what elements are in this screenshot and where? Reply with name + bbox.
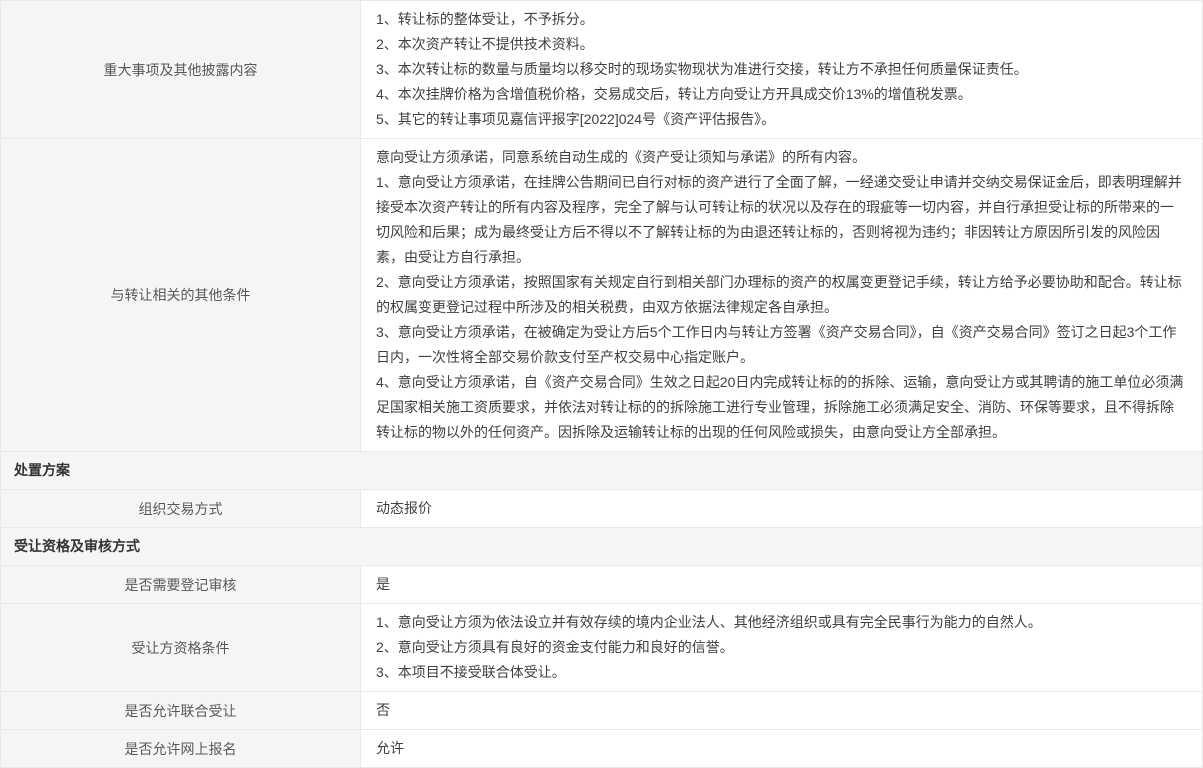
content-line: 2、意向受让方须具有良好的资金支付能力和良好的信誉。 bbox=[376, 635, 1187, 660]
row-content-transaction-method: 动态报价 bbox=[361, 490, 1203, 528]
table-row: 重大事项及其他披露内容 1、转让标的整体受让，不予拆分。 2、本次资产转让不提供… bbox=[1, 1, 1203, 139]
row-content-registration-review-required: 是 bbox=[361, 566, 1203, 604]
content-line: 2、本次资产转让不提供技术资料。 bbox=[376, 32, 1187, 57]
content-line: 3、意向受让方须承诺，在被确定为受让方后5个工作日内与转让方签署《资产交易合同》… bbox=[376, 320, 1187, 370]
row-content-joint-transfer-allowed: 否 bbox=[361, 692, 1203, 730]
content-line: 1、转让标的整体受让，不予拆分。 bbox=[376, 7, 1187, 32]
row-content-other-transfer-conditions: 意向受让方须承诺，同意系统自动生成的《资产受让须知与承诺》的所有内容。 1、意向… bbox=[361, 139, 1203, 452]
content-line: 4、本次挂牌价格为含增值税价格，交易成交后，转让方向受让方开具成交价13%的增值… bbox=[376, 82, 1187, 107]
content-line: 否 bbox=[376, 698, 1187, 723]
content-line: 1、意向受让方须承诺，在挂牌公告期间已自行对标的资产进行了全面了解，一经递交受让… bbox=[376, 170, 1187, 270]
row-content-transferee-qualification-conditions: 1、意向受让方须为依法设立并有效存续的境内企业法人、其他经济组织或具有完全民事行… bbox=[361, 604, 1203, 692]
content-line: 允许 bbox=[376, 736, 1187, 761]
table-row: 处置方案 bbox=[1, 452, 1203, 490]
row-label-transaction-method: 组织交易方式 bbox=[1, 490, 361, 528]
row-label-registration-review-required: 是否需要登记审核 bbox=[1, 566, 361, 604]
table-row: 是否允许联合受让 否 bbox=[1, 692, 1203, 730]
content-line: 动态报价 bbox=[376, 496, 1187, 521]
row-label-transferee-qualification-conditions: 受让方资格条件 bbox=[1, 604, 361, 692]
content-line: 1、意向受让方须为依法设立并有效存续的境内企业法人、其他经济组织或具有完全民事行… bbox=[376, 610, 1187, 635]
content-line: 3、本项目不接受联合体受让。 bbox=[376, 660, 1187, 685]
content-line: 2、意向受让方须承诺，按照国家有关规定自行到相关部门办理标的资产的权属变更登记手… bbox=[376, 270, 1187, 320]
content-line: 5、其它的转让事项见嘉信评报字[2022]024号《资产评估报告》。 bbox=[376, 107, 1187, 132]
content-line: 4、意向受让方须承诺，自《资产交易合同》生效之日起20日内完成转让标的的拆除、运… bbox=[376, 370, 1187, 445]
row-content-major-matters: 1、转让标的整体受让，不予拆分。 2、本次资产转让不提供技术资料。 3、本次转让… bbox=[361, 1, 1203, 139]
row-label-joint-transfer-allowed: 是否允许联合受让 bbox=[1, 692, 361, 730]
listing-detail-table-body: 重大事项及其他披露内容 1、转让标的整体受让，不予拆分。 2、本次资产转让不提供… bbox=[1, 1, 1203, 768]
table-row: 是否需要登记审核 是 bbox=[1, 566, 1203, 604]
table-row: 受让方资格条件 1、意向受让方须为依法设立并有效存续的境内企业法人、其他经济组织… bbox=[1, 604, 1203, 692]
content-line: 意向受让方须承诺，同意系统自动生成的《资产受让须知与承诺》的所有内容。 bbox=[376, 145, 1187, 170]
table-row: 与转让相关的其他条件 意向受让方须承诺，同意系统自动生成的《资产受让须知与承诺》… bbox=[1, 139, 1203, 452]
row-label-major-matters: 重大事项及其他披露内容 bbox=[1, 1, 361, 139]
content-line: 3、本次转让标的数量与质量均以移交时的现场实物现状为准进行交接，转让方不承担任何… bbox=[376, 57, 1187, 82]
row-label-other-transfer-conditions: 与转让相关的其他条件 bbox=[1, 139, 361, 452]
content-line: 是 bbox=[376, 572, 1187, 597]
section-header-transferee-qualification: 受让资格及审核方式 bbox=[1, 528, 1203, 566]
listing-detail-table: 重大事项及其他披露内容 1、转让标的整体受让，不予拆分。 2、本次资产转让不提供… bbox=[0, 0, 1203, 768]
table-row: 组织交易方式 动态报价 bbox=[1, 490, 1203, 528]
section-header-disposal-plan: 处置方案 bbox=[1, 452, 1203, 490]
table-row: 受让资格及审核方式 bbox=[1, 528, 1203, 566]
